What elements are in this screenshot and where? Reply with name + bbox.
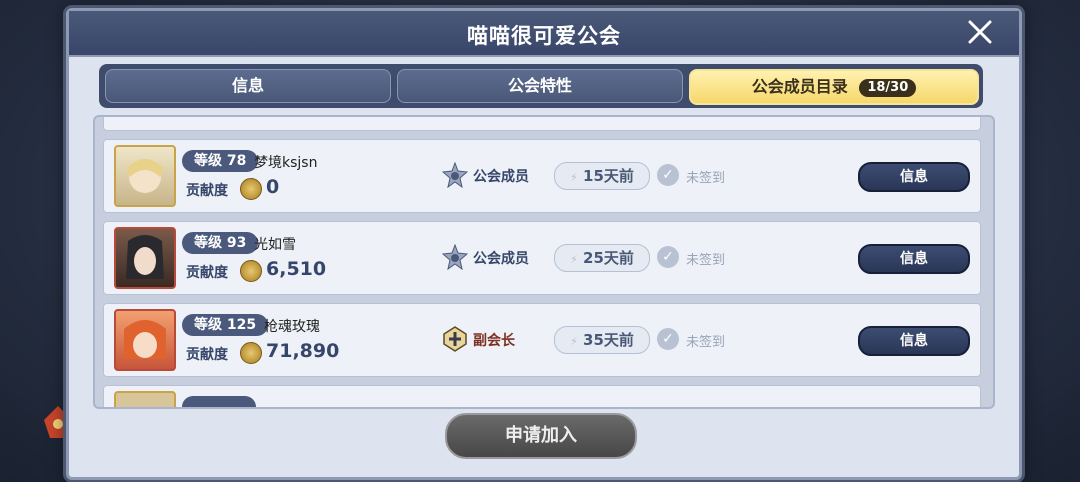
member-name: 光如雪 [254, 237, 296, 253]
member-name: 枪魂玫瑰 [264, 319, 320, 335]
tab-info[interactable]: 信息 [105, 69, 391, 103]
clock-icon: ⚡ [570, 253, 578, 266]
guild-title: 喵喵很可爱公会 [467, 24, 621, 48]
checkmark-icon: ✓ [657, 328, 679, 350]
level-badge: 等级 125 [182, 314, 269, 336]
avatar-portrait-icon [126, 159, 164, 193]
level-badge [182, 396, 256, 407]
member-rank-icon [442, 162, 468, 188]
checkmark-icon: ✓ [657, 246, 679, 268]
level-badge: 等级 78 [182, 150, 259, 172]
last-online-text: 15天前 [583, 167, 634, 185]
close-icon [968, 20, 992, 44]
contribution-value: 0 [266, 176, 280, 198]
avatar-portrait-icon [124, 320, 166, 359]
contribution-value: 71,890 [266, 340, 340, 362]
rank-label: 副会长 [473, 333, 515, 349]
vice-leader-rank-icon [443, 326, 467, 352]
guild-dialog: 喵喵很可爱公会 信息 公会特性 公会成员目录 18/30 等级 78 梦境ksj… [66, 8, 1022, 480]
member-count-badge: 18/30 [859, 78, 917, 97]
member-info-button[interactable]: 信息 [858, 162, 970, 192]
tab-member-list-label: 公会成员目录 [751, 77, 848, 96]
rank-label: 公会成员 [473, 251, 529, 267]
contribution-label: 贡献度 [186, 265, 228, 281]
member-info-button[interactable]: 信息 [858, 244, 970, 274]
apply-join-button[interactable]: 申请加入 [445, 413, 637, 459]
member-list[interactable]: 等级 78 梦境ksjsn 贡献度 0 公会成员 ⚡ 15天前 ✓ 未签到 信息 [93, 115, 995, 409]
contribution-label: 贡献度 [186, 183, 228, 199]
avatar[interactable] [114, 227, 176, 289]
clock-icon: ⚡ [570, 171, 578, 184]
member-info-button[interactable]: 信息 [858, 326, 970, 356]
rank-label: 公会成员 [473, 169, 529, 185]
checkmark-icon: ✓ [657, 164, 679, 186]
contribution-label: 贡献度 [186, 347, 228, 363]
table-row [103, 385, 981, 407]
avatar-portrait-icon [126, 235, 164, 279]
member-name: 梦境ksjsn [254, 155, 318, 171]
level-badge: 等级 93 [182, 232, 259, 254]
last-online: ⚡ 15天前 [554, 162, 650, 190]
table-row [103, 117, 981, 131]
checkin-status: 未签到 [686, 171, 726, 186]
checkin-status: 未签到 [686, 253, 726, 268]
last-online-text: 25天前 [583, 249, 634, 267]
checkin-status: 未签到 [686, 335, 726, 350]
last-online: ⚡ 35天前 [554, 326, 650, 354]
table-row: 等级 78 梦境ksjsn 贡献度 0 公会成员 ⚡ 15天前 ✓ 未签到 信息 [103, 139, 981, 213]
coin-icon [240, 178, 262, 200]
tab-bar: 信息 公会特性 公会成员目录 18/30 [99, 64, 983, 108]
tab-guild-traits[interactable]: 公会特性 [397, 69, 683, 103]
title-bar: 喵喵很可爱公会 [69, 11, 1019, 57]
member-rank-icon [442, 244, 468, 270]
table-row: 等级 93 光如雪 贡献度 6,510 公会成员 ⚡ 25天前 ✓ 未签到 信息 [103, 221, 981, 295]
tab-member-list[interactable]: 公会成员目录 18/30 [689, 69, 979, 105]
clock-icon: ⚡ [570, 335, 578, 348]
last-online: ⚡ 25天前 [554, 244, 650, 272]
last-online-text: 35天前 [583, 331, 634, 349]
coin-icon [240, 342, 262, 364]
coin-icon [240, 260, 262, 282]
avatar[interactable] [114, 391, 176, 407]
close-button[interactable] [963, 15, 997, 49]
contribution-value: 6,510 [266, 258, 327, 280]
table-row: 等级 125 枪魂玫瑰 贡献度 71,890 副会长 ⚡ 35天前 ✓ 未签到 … [103, 303, 981, 377]
avatar[interactable] [114, 309, 176, 371]
avatar[interactable] [114, 145, 176, 207]
